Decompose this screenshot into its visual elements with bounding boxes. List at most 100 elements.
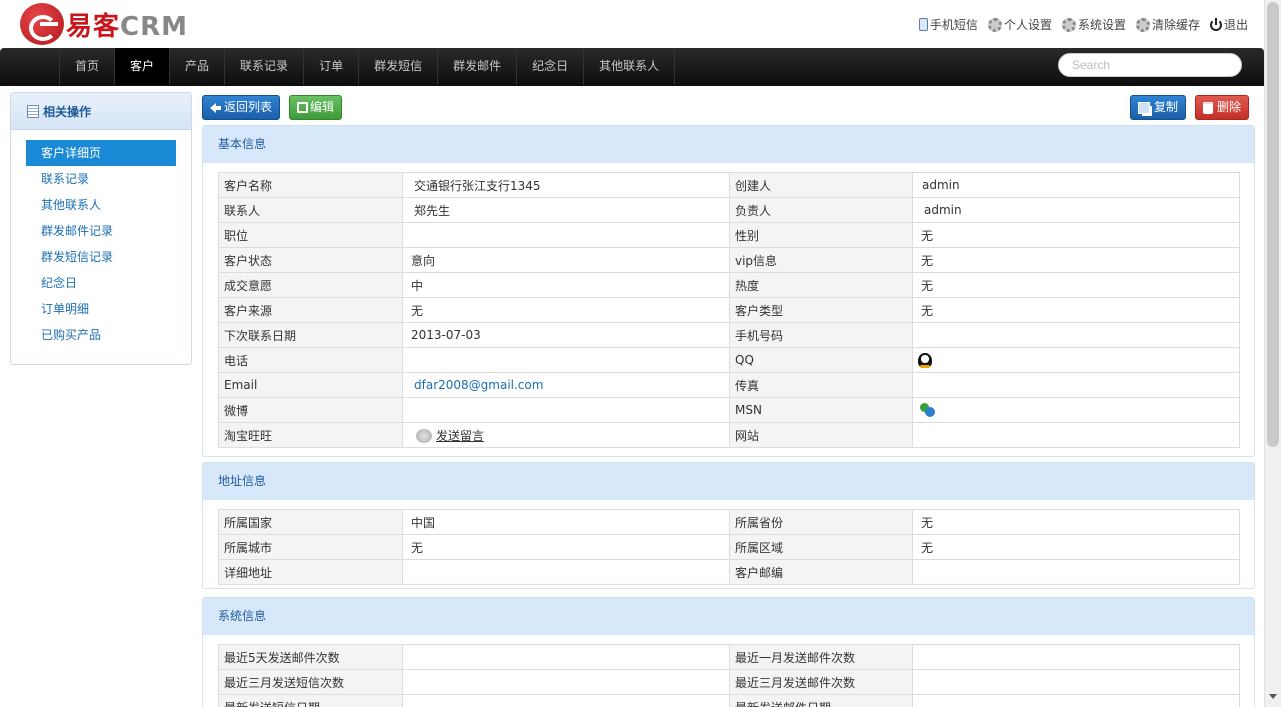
label-text: 热度	[735, 278, 760, 293]
nav-item-orders[interactable]: 订单	[304, 48, 360, 85]
field-value: 无	[912, 297, 1240, 323]
field-label: 网站	[729, 422, 913, 448]
field-value: 中国	[402, 509, 730, 535]
field-label: 最近三月发送邮件次数	[729, 669, 913, 695]
field-value: 意向	[402, 247, 730, 273]
email-link[interactable]: dfar2008@gmail.com	[414, 378, 543, 392]
page-scrollbar[interactable]	[1264, 0, 1281, 707]
toplink-label: 系统设置	[1077, 18, 1126, 32]
field-value	[402, 669, 730, 695]
table-row: 电话 QQ	[218, 347, 1240, 373]
nav-item-mass-sms[interactable]: 群发短信	[359, 48, 439, 85]
search-input[interactable]: Search	[1058, 53, 1242, 77]
logo-mark-icon	[20, 3, 64, 45]
sidebar-item-sms-records[interactable]: 群发短信记录	[26, 244, 176, 270]
field-label: 详细地址	[218, 559, 403, 585]
toplink-sms[interactable]: 手机短信	[918, 16, 978, 33]
sidebar-item-anniversaries[interactable]: 纪念日	[26, 270, 176, 296]
edit-label: 编辑	[310, 100, 335, 114]
value-text: 2013-07-03	[411, 328, 481, 342]
field-value: 无	[912, 222, 1240, 248]
address-info-section: 地址信息 所属国家 中国 所属省份无所属城市无所属区域无详细地址 客户邮编	[202, 462, 1255, 589]
sidebar-item-email-records[interactable]: 群发邮件记录	[26, 218, 176, 244]
delete-button[interactable]: 删除	[1195, 95, 1250, 120]
toplink-label: 清除缓存	[1151, 18, 1200, 32]
copy-button[interactable]: 复制	[1130, 95, 1187, 120]
scrollbar-thumb[interactable]	[1267, 2, 1279, 447]
label-text: 最近三月发送邮件次数	[735, 675, 856, 690]
table-row: 职位 性别 无	[218, 222, 1240, 248]
toplink-logout[interactable]: 退出	[1209, 16, 1248, 33]
toplink-personal-settings[interactable]: 个人设置	[987, 16, 1052, 33]
field-value	[912, 559, 1240, 585]
label-text: MSN	[735, 403, 762, 417]
sidebar-list: 客户详细页 联系记录 其他联系人 群发邮件记录 群发短信记录 纪念日 订单明细 …	[11, 130, 191, 348]
label-text: 最近三月发送短信次数	[224, 675, 345, 690]
phone-icon	[918, 18, 928, 31]
value-text: 交通银行张江支行1345	[414, 178, 541, 193]
gear-icon	[987, 17, 1002, 32]
sidebar-header: 相关操作	[11, 93, 191, 130]
field-value	[402, 397, 730, 423]
label-text: 所属城市	[224, 540, 273, 555]
label-text: 负责人	[735, 203, 772, 218]
toplink-label: 退出	[1223, 18, 1248, 32]
value-text: 无	[921, 515, 934, 530]
value-text: 中	[411, 278, 424, 293]
sidebar-item-contact-records[interactable]: 联系记录	[26, 166, 176, 192]
field-value: 无	[912, 534, 1240, 560]
field-value: 无	[912, 247, 1240, 273]
field-label: 成交意愿	[218, 272, 403, 298]
nav-item-products[interactable]: 产品	[170, 48, 226, 85]
label-text: QQ	[735, 353, 754, 367]
nav-item-contact-records[interactable]: 联系记录	[225, 48, 305, 85]
sidebar-item-customer-detail[interactable]: 客户详细页	[26, 140, 176, 166]
field-label: 淘宝旺旺	[218, 422, 403, 448]
back-to-list-button[interactable]: 返回列表	[202, 95, 281, 120]
field-label: 客户邮编	[729, 559, 913, 585]
field-value	[912, 347, 1240, 373]
field-value	[402, 347, 730, 373]
nav-item-other-contacts[interactable]: 其他联系人	[584, 48, 676, 85]
value-text: 无	[921, 303, 934, 318]
label-text: 所属区域	[735, 540, 784, 555]
nav-item-mass-email[interactable]: 群发邮件	[438, 48, 518, 85]
sidebar: 相关操作 客户详细页 联系记录 其他联系人 群发邮件记录 群发短信记录 纪念日 …	[10, 92, 192, 365]
nav-item-customers[interactable]: 客户	[115, 48, 171, 85]
label-text: 网站	[735, 428, 760, 443]
field-label: 联系人	[218, 197, 403, 223]
field-label: 最新发送短信日期	[218, 694, 403, 707]
page: 易客CRM 手机短信 个人设置 系统设置 清除缓存 退出 首页 客户 产品 联系…	[0, 0, 1281, 707]
field-label: 最近三月发送短信次数	[218, 669, 403, 695]
toplink-label: 手机短信	[929, 18, 978, 32]
wangwang-icon[interactable]	[416, 429, 432, 443]
table-row: 淘宝旺旺 发送留言 网站	[218, 422, 1240, 448]
label-text: vip信息	[735, 253, 778, 268]
section-title: 基本信息	[203, 126, 1254, 163]
field-label: MSN	[729, 397, 913, 423]
send-message-link[interactable]: 发送留言	[436, 429, 484, 443]
sidebar-item-other-contacts[interactable]: 其他联系人	[26, 192, 176, 218]
msn-icon[interactable]	[918, 402, 936, 418]
system-info-section: 系统信息 最近5天发送邮件次数 最近一月发送邮件次数 最近三月发送短信次数 最近三月发…	[202, 597, 1255, 707]
value-text: 无	[921, 278, 934, 293]
toplink-system-settings[interactable]: 系统设置	[1061, 16, 1126, 33]
field-value: dfar2008@gmail.com	[402, 372, 730, 398]
section-title: 地址信息	[203, 463, 1254, 500]
sidebar-item-purchased-products[interactable]: 已购买产品	[26, 322, 176, 348]
logo[interactable]: 易客CRM	[20, 3, 188, 45]
scroll-down-arrow-icon[interactable]	[1269, 694, 1277, 699]
qq-icon[interactable]	[918, 352, 932, 368]
label-text: 性别	[735, 228, 760, 243]
edit-button[interactable]: 编辑	[289, 95, 343, 120]
nav-item-home[interactable]: 首页	[60, 48, 116, 85]
sidebar-item-order-details[interactable]: 订单明细	[26, 296, 176, 322]
table-row: 客户状态 意向 vip信息 无	[218, 247, 1240, 273]
value-text: 无	[411, 303, 424, 318]
toplink-clear-cache[interactable]: 清除缓存	[1135, 16, 1200, 33]
field-value	[912, 322, 1240, 348]
field-value: 郑先生	[402, 197, 730, 223]
nav-item-anniversaries[interactable]: 纪念日	[517, 48, 585, 85]
value-text: 意向	[411, 253, 436, 268]
field-label: 性别	[729, 222, 913, 248]
